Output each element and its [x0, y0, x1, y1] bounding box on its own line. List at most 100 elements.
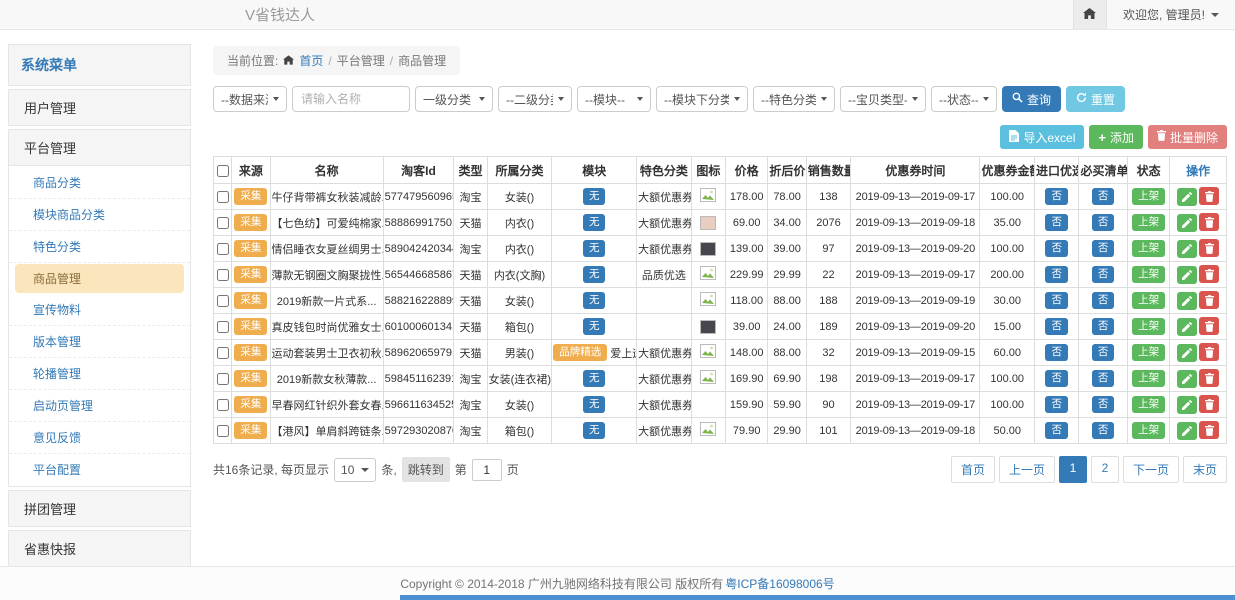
- filter-select[interactable]: --二级分类--: [498, 86, 572, 112]
- imported-toggle-badge[interactable]: 否: [1045, 214, 1068, 231]
- filter-select[interactable]: --模块下分类--: [656, 86, 748, 112]
- delete-button[interactable]: [1199, 291, 1219, 309]
- sidebar-item[interactable]: 轮播管理: [9, 358, 190, 390]
- edit-button[interactable]: [1177, 214, 1197, 232]
- icp-link[interactable]: 粤ICP备16098006号: [725, 575, 834, 592]
- delete-button[interactable]: [1199, 369, 1219, 387]
- row-checkbox[interactable]: [217, 399, 229, 411]
- imported-toggle-badge[interactable]: 否: [1045, 422, 1068, 439]
- edit-button[interactable]: [1177, 370, 1197, 388]
- must-buy-toggle-badge[interactable]: 否: [1092, 422, 1115, 439]
- imported-toggle-badge[interactable]: 否: [1045, 344, 1068, 361]
- status-badge[interactable]: 上架: [1132, 422, 1165, 439]
- jump-button[interactable]: 跳转到: [402, 457, 450, 482]
- page-button[interactable]: 首页: [951, 456, 995, 483]
- row-checkbox[interactable]: [217, 373, 229, 385]
- imported-toggle-badge[interactable]: 否: [1045, 266, 1068, 283]
- sidebar-item[interactable]: 版本管理: [9, 326, 190, 358]
- imported-toggle-badge[interactable]: 否: [1045, 188, 1068, 205]
- sidebar-group[interactable]: 拼团管理: [8, 490, 191, 527]
- sidebar-item[interactable]: 特色分类: [9, 231, 190, 263]
- status-badge[interactable]: 上架: [1132, 292, 1165, 309]
- row-checkbox[interactable]: [217, 321, 229, 333]
- delete-button[interactable]: [1199, 265, 1219, 283]
- delete-button[interactable]: [1199, 395, 1219, 413]
- sidebar-group[interactable]: 省惠快报: [8, 530, 191, 566]
- page-button[interactable]: 末页: [1183, 456, 1227, 483]
- delete-button[interactable]: [1199, 317, 1219, 335]
- page-button[interactable]: 上一页: [999, 456, 1055, 483]
- status-badge[interactable]: 上架: [1132, 240, 1165, 257]
- must-buy-toggle-badge[interactable]: 否: [1092, 266, 1115, 283]
- edit-button[interactable]: [1177, 292, 1197, 310]
- status-badge[interactable]: 上架: [1132, 188, 1165, 205]
- row-checkbox[interactable]: [217, 347, 229, 359]
- edit-button[interactable]: [1177, 188, 1197, 206]
- edit-button[interactable]: [1177, 396, 1197, 414]
- reset-button[interactable]: 重置: [1066, 86, 1125, 112]
- name-search-input[interactable]: [292, 86, 410, 112]
- row-checkbox[interactable]: [217, 295, 229, 307]
- row-checkbox[interactable]: [217, 217, 229, 229]
- breadcrumb-home-link[interactable]: 首页: [299, 52, 323, 69]
- filter-select[interactable]: --模块--: [577, 86, 651, 112]
- status-badge[interactable]: 上架: [1132, 396, 1165, 413]
- delete-button[interactable]: [1199, 187, 1219, 205]
- status-badge[interactable]: 上架: [1132, 266, 1165, 283]
- status-badge[interactable]: 上架: [1132, 318, 1165, 335]
- imported-toggle-badge[interactable]: 否: [1045, 292, 1068, 309]
- sidebar-item[interactable]: 商品分类: [9, 167, 190, 199]
- edit-button[interactable]: [1177, 240, 1197, 258]
- search-button[interactable]: 查询: [1002, 86, 1061, 112]
- status-badge[interactable]: 上架: [1132, 214, 1165, 231]
- sidebar-item[interactable]: 平台配置: [9, 454, 190, 485]
- must-buy-toggle-badge[interactable]: 否: [1092, 188, 1115, 205]
- per-page-select[interactable]: 10: [334, 458, 376, 482]
- delete-button[interactable]: [1199, 213, 1219, 231]
- user-menu[interactable]: 欢迎您, 管理员!: [1107, 0, 1235, 29]
- must-buy-toggle-badge[interactable]: 否: [1092, 370, 1115, 387]
- status-badge[interactable]: 上架: [1132, 370, 1165, 387]
- imported-toggle-badge[interactable]: 否: [1045, 370, 1068, 387]
- edit-button[interactable]: [1177, 422, 1197, 440]
- sidebar-item[interactable]: 商品管理: [15, 264, 184, 293]
- sidebar-item[interactable]: 宣传物料: [9, 294, 190, 326]
- filter-select[interactable]: --数据来源--: [213, 86, 287, 112]
- page-button[interactable]: 1: [1059, 456, 1087, 483]
- home-button[interactable]: [1073, 0, 1107, 29]
- sidebar-item[interactable]: 模块商品分类: [9, 199, 190, 231]
- sidebar-group[interactable]: 平台管理: [8, 129, 191, 166]
- row-checkbox[interactable]: [217, 191, 229, 203]
- filter-select[interactable]: 一级分类: [415, 86, 493, 112]
- imported-toggle-badge[interactable]: 否: [1045, 240, 1068, 257]
- delete-button[interactable]: [1199, 239, 1219, 257]
- filter-select[interactable]: --状态--: [931, 86, 997, 112]
- batch-delete-button[interactable]: 批量删除: [1148, 125, 1227, 149]
- must-buy-toggle-badge[interactable]: 否: [1092, 318, 1115, 335]
- delete-button[interactable]: [1199, 343, 1219, 361]
- must-buy-toggle-badge[interactable]: 否: [1092, 344, 1115, 361]
- edit-button[interactable]: [1177, 318, 1197, 336]
- sidebar-item[interactable]: 意见反馈: [9, 422, 190, 454]
- must-buy-toggle-badge[interactable]: 否: [1092, 214, 1115, 231]
- edit-button[interactable]: [1177, 344, 1197, 362]
- sidebar-group[interactable]: 用户管理: [8, 89, 191, 126]
- imported-toggle-badge[interactable]: 否: [1045, 396, 1068, 413]
- filter-select[interactable]: --宝贝类型--: [840, 86, 926, 112]
- page-number-input[interactable]: [472, 459, 502, 481]
- select-all-checkbox[interactable]: [217, 165, 229, 177]
- row-checkbox[interactable]: [217, 243, 229, 255]
- imported-toggle-badge[interactable]: 否: [1045, 318, 1068, 335]
- filter-select[interactable]: --特色分类--: [753, 86, 835, 112]
- delete-button[interactable]: [1199, 421, 1219, 439]
- sidebar-item[interactable]: 启动页管理: [9, 390, 190, 422]
- row-checkbox[interactable]: [217, 425, 229, 437]
- must-buy-toggle-badge[interactable]: 否: [1092, 292, 1115, 309]
- status-badge[interactable]: 上架: [1132, 344, 1165, 361]
- page-button[interactable]: 2: [1091, 456, 1119, 483]
- add-button[interactable]: + 添加: [1089, 125, 1143, 149]
- must-buy-toggle-badge[interactable]: 否: [1092, 396, 1115, 413]
- edit-button[interactable]: [1177, 266, 1197, 284]
- row-checkbox[interactable]: [217, 269, 229, 281]
- page-button[interactable]: 下一页: [1123, 456, 1179, 483]
